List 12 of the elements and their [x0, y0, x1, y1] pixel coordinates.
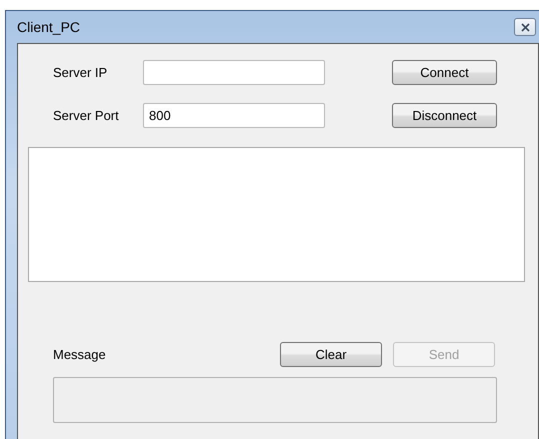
- server-port-label: Server Port: [53, 106, 120, 125]
- connect-button[interactable]: Connect: [392, 60, 497, 85]
- window-title: Client_PC: [17, 18, 80, 37]
- log-list[interactable]: [28, 147, 525, 282]
- server-port-field[interactable]: 800: [143, 103, 325, 128]
- server-ip-field[interactable]: [143, 60, 325, 85]
- message-label: Message: [53, 346, 107, 364]
- close-button[interactable]: [514, 18, 536, 36]
- server-ip-label: Server IP: [53, 64, 108, 82]
- clear-button[interactable]: Clear: [280, 342, 382, 367]
- disconnect-button[interactable]: Disconnect: [392, 103, 497, 128]
- close-icon: [520, 22, 530, 32]
